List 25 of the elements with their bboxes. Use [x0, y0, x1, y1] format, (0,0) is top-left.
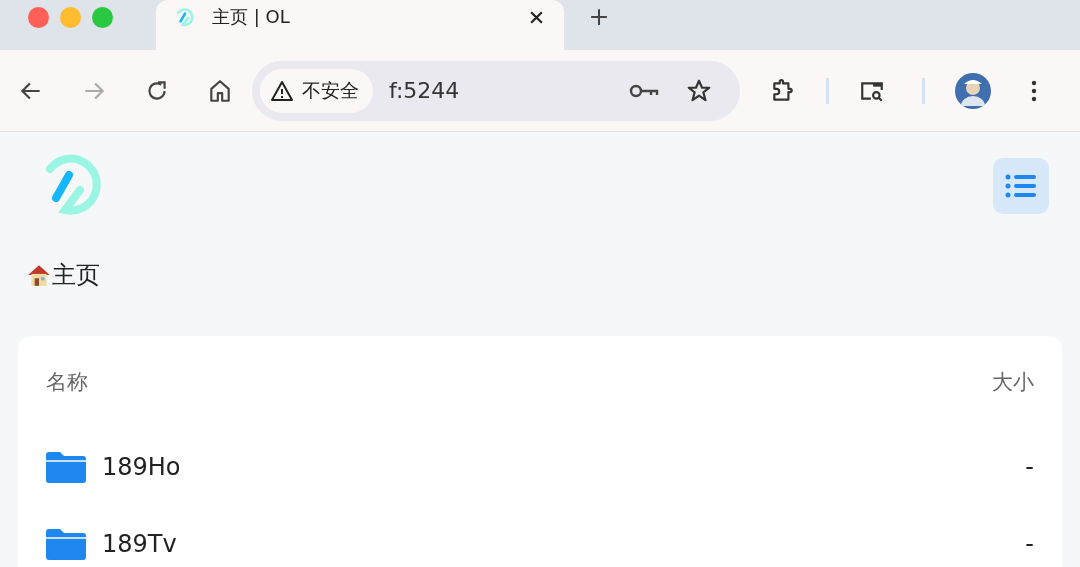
folder-icon [46, 450, 86, 483]
home-icon[interactable] [207, 77, 233, 104]
address-bar[interactable]: 不安全 f:5244 [252, 60, 740, 121]
column-header[interactable]: 名称 [46, 368, 88, 396]
bookmark-star-icon[interactable] [686, 77, 712, 104]
browser-tab[interactable]: 主页 | OL [156, 0, 564, 50]
column-header[interactable]: 大小 [992, 368, 1034, 396]
menu-button[interactable] [993, 158, 1049, 214]
file-name[interactable]: 189Ho [102, 452, 1026, 481]
file-size: - [1025, 529, 1034, 558]
logo-icon [174, 6, 196, 28]
file-name[interactable]: 189Tv [102, 529, 1026, 558]
url-text: f:5244 [389, 78, 461, 103]
breadcrumb-link[interactable]: 主页 [52, 259, 100, 291]
security-chip[interactable]: 不安全 [260, 68, 373, 113]
close-icon[interactable] [529, 9, 544, 25]
folder-icon [46, 527, 86, 560]
file-size: - [1025, 452, 1034, 481]
list-icon [1005, 174, 1037, 198]
new-tab-icon[interactable] [590, 8, 608, 26]
more-menu-icon[interactable] [1031, 78, 1037, 103]
extensions-icon[interactable] [770, 77, 796, 104]
warning-icon [270, 78, 294, 103]
security-label: 不安全 [302, 77, 359, 103]
profile-avatar[interactable] [955, 72, 991, 109]
